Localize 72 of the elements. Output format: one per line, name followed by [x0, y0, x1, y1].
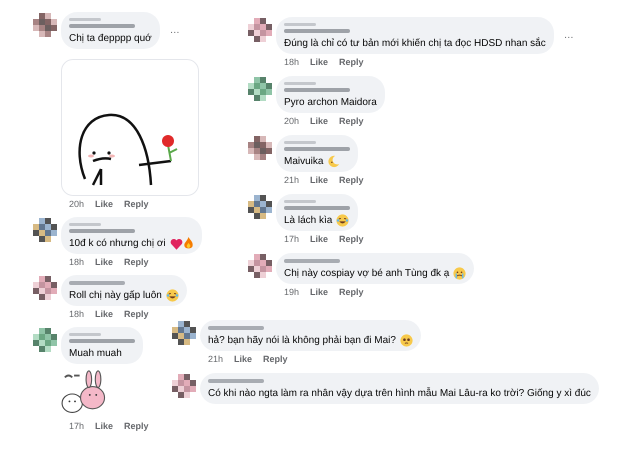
comment-text: Chị này cospiay vợ bé anh Tùng đk ạ	[284, 267, 450, 280]
reply-link[interactable]: Reply	[263, 354, 288, 365]
comment-time: 17h	[284, 234, 300, 245]
laughing-emoji-icon	[336, 214, 350, 227]
like-link[interactable]: Like	[310, 57, 328, 68]
comment-time: 20h	[69, 199, 84, 210]
blurred-name-drawing	[69, 223, 135, 233]
comment-text: Maivuika	[284, 155, 324, 168]
blurred-avatar-drawing[interactable]	[33, 13, 57, 37]
like-link[interactable]: Like	[95, 309, 114, 320]
like-link[interactable]: Like	[310, 116, 328, 127]
blurred-name-drawing	[69, 333, 135, 343]
blurred-name-drawing	[208, 379, 264, 383]
blurred-avatar-drawing[interactable]	[33, 276, 57, 300]
comment-text: Muah muah	[69, 347, 122, 360]
heart-emoji-icon	[170, 238, 183, 250]
laughing-emoji-icon	[166, 289, 179, 302]
reply-link[interactable]: Reply	[124, 257, 149, 268]
more-button[interactable]: …	[564, 30, 574, 40]
comment-time: 20h	[284, 116, 300, 127]
comment-text: Pyro archon Maidora	[284, 96, 377, 109]
reply-link[interactable]: Reply	[339, 287, 364, 298]
comment-time: 21h	[208, 354, 224, 365]
pleading-emoji-icon	[400, 334, 413, 347]
blurred-name-drawing	[69, 281, 125, 285]
comment-text: Chị ta đepppp quớ	[69, 32, 152, 45]
blurred-avatar-drawing[interactable]	[248, 254, 272, 278]
comment-time: 19h	[284, 287, 300, 298]
blurred-name-drawing	[69, 18, 135, 28]
blurred-avatar-drawing[interactable]	[248, 18, 272, 42]
blurred-avatar-drawing[interactable]	[248, 136, 272, 160]
moon-emoji-icon	[327, 155, 340, 168]
like-link[interactable]: Like	[95, 421, 114, 432]
fire-emoji-icon	[182, 237, 194, 250]
blurred-name-drawing	[284, 23, 350, 33]
blurred-avatar-drawing[interactable]	[172, 321, 196, 345]
blurred-avatar-drawing[interactable]	[33, 328, 57, 352]
blurred-name-drawing	[208, 326, 264, 330]
like-link[interactable]: Like	[95, 199, 114, 210]
blurred-avatar-drawing[interactable]	[172, 374, 196, 398]
reply-link[interactable]: Reply	[339, 234, 364, 245]
blurred-name-drawing	[284, 259, 340, 263]
like-link[interactable]: Like	[95, 257, 114, 268]
comment-text: hả? bạn hãy nói là không phải bạn đi Mai?	[208, 334, 396, 347]
reply-link[interactable]: Reply	[124, 421, 149, 432]
reply-link[interactable]: Reply	[339, 175, 364, 186]
comment-text: 10đ k có nhưng chị ơi	[69, 237, 166, 250]
reply-link[interactable]: Reply	[339, 116, 364, 127]
like-link[interactable]: Like	[310, 234, 328, 245]
reply-link[interactable]: Reply	[124, 199, 149, 210]
comment-time: 21h	[284, 175, 300, 186]
comment-time: 17h	[69, 421, 84, 432]
comment-text: Là lách kìa	[284, 214, 332, 227]
blurred-name-drawing	[284, 141, 350, 151]
reply-link[interactable]: Reply	[124, 309, 149, 320]
blurred-name-drawing	[284, 82, 350, 92]
comment-time: 18h	[69, 257, 84, 268]
blurred-avatar-drawing[interactable]	[248, 195, 272, 219]
like-link[interactable]: Like	[310, 287, 328, 298]
reply-link[interactable]: Reply	[339, 57, 364, 68]
comment-time: 18h	[69, 309, 84, 320]
crying-emoji-icon	[453, 267, 466, 280]
comment-time: 18h	[284, 57, 300, 68]
blurred-avatar-drawing[interactable]	[33, 218, 57, 242]
more-button[interactable]: …	[170, 26, 180, 36]
blurred-name-drawing	[284, 200, 350, 210]
comment-text: Có khi nào ngta làm ra nhân vậy dựa trên hình mẫu Mai Lâu-ra ko trời? Giống y xì đúc	[208, 387, 591, 400]
blurred-avatar-drawing[interactable]	[248, 77, 272, 101]
comment-text: Đúng là chỉ có tư bản mới khiến chị ta đọc HDSD nhan sắc	[284, 37, 546, 50]
like-link[interactable]: Like	[234, 354, 252, 365]
like-link[interactable]: Like	[310, 175, 328, 186]
comment-text: Roll chị này gấp luôn	[69, 289, 162, 302]
